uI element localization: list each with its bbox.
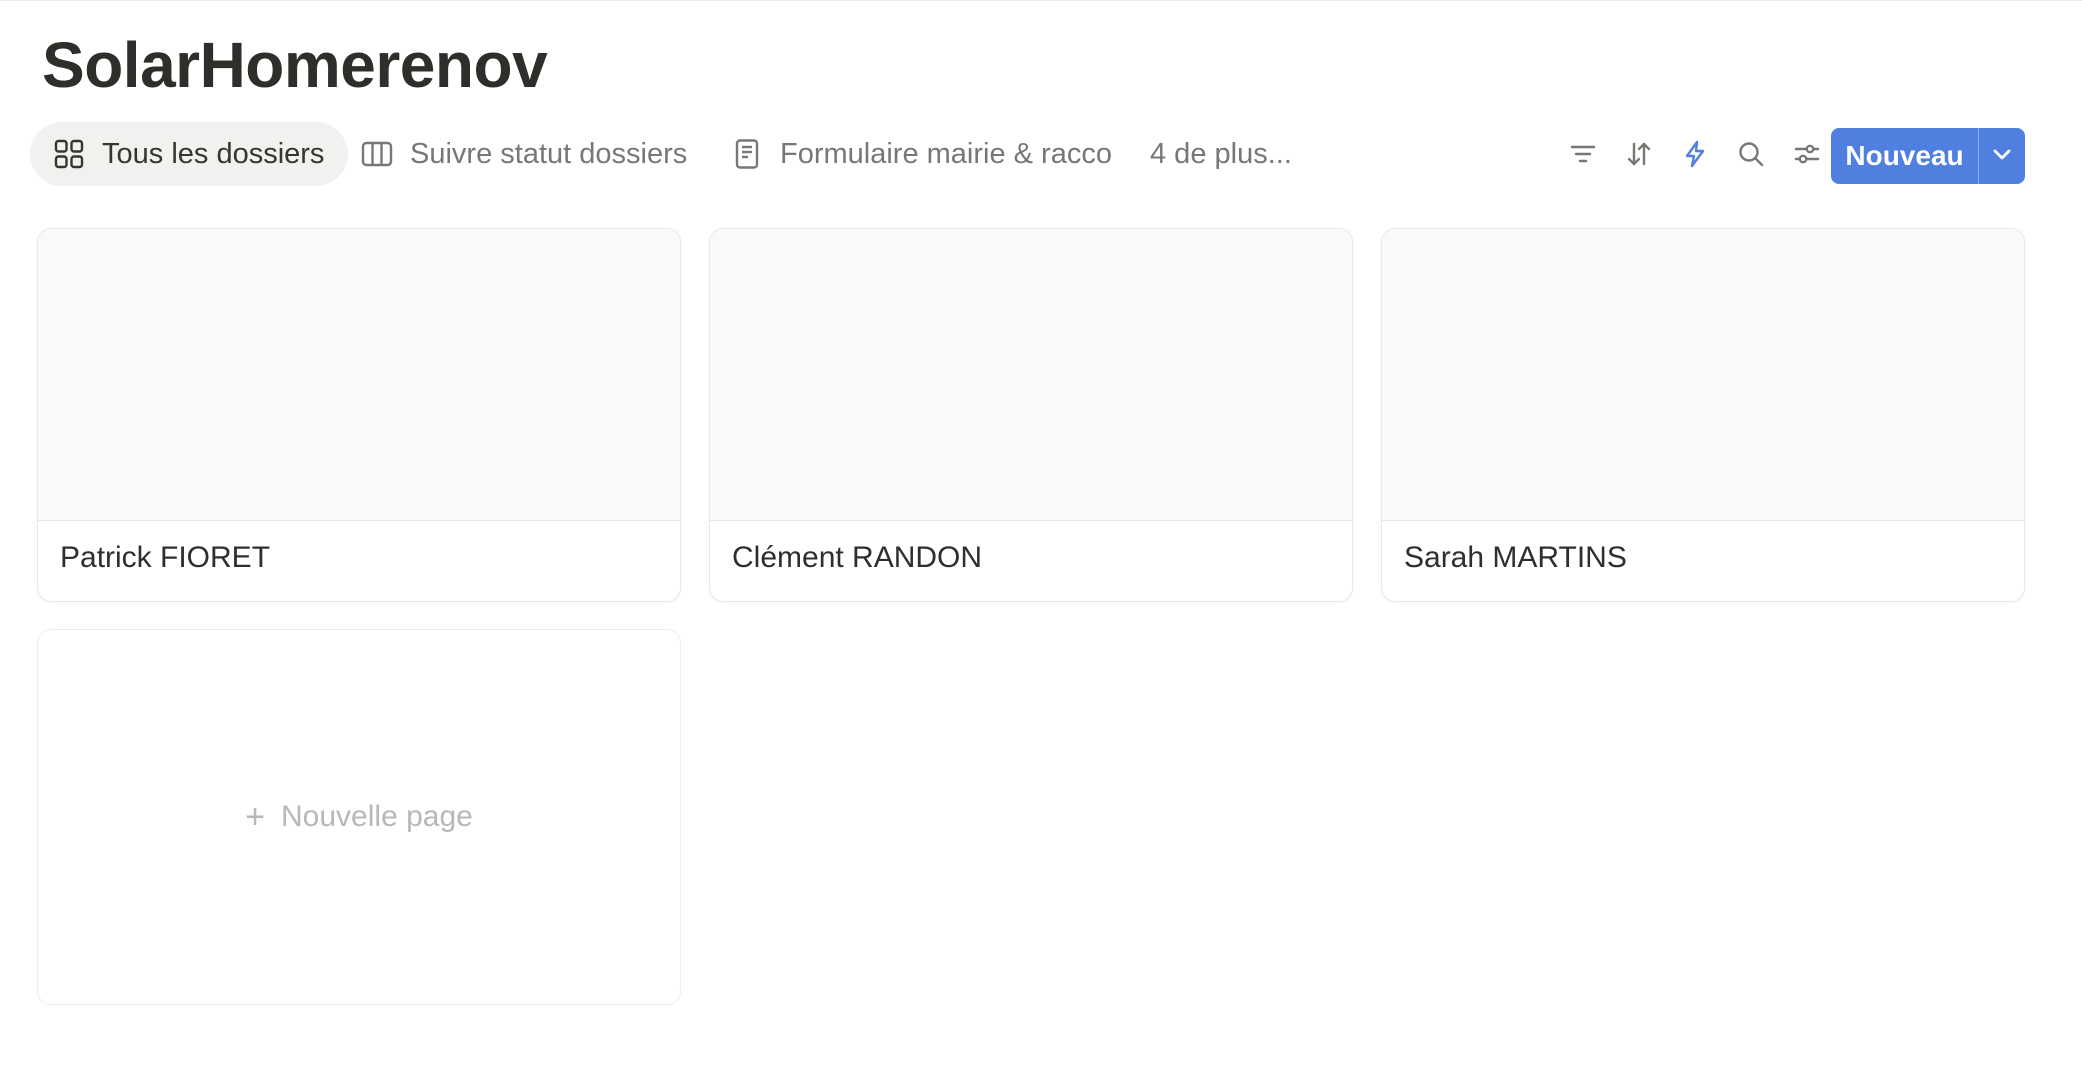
database-page: SolarHomerenov Tous les dossiers Suivre … bbox=[0, 0, 2082, 1086]
new-dropdown-button[interactable] bbox=[1979, 128, 2025, 184]
plus-icon: + bbox=[245, 798, 266, 836]
tab-label: Tous les dossiers bbox=[102, 137, 325, 170]
board-columns-icon bbox=[360, 137, 394, 171]
card-title: Sarah MARTINS bbox=[1404, 541, 1627, 574]
card-title: Clément RANDON bbox=[732, 541, 983, 574]
sort-icon[interactable] bbox=[1621, 136, 1657, 172]
view-toolbar: Tous les dossiers Suivre statut dossiers bbox=[30, 122, 2030, 186]
tab-formulaire-mairie-racco[interactable]: Formulaire mairie & racco bbox=[730, 122, 1112, 186]
automation-bolt-icon[interactable] bbox=[1677, 136, 1713, 172]
chevron-down-icon bbox=[1990, 142, 2014, 171]
new-button-group: Nouveau bbox=[1831, 128, 2025, 184]
tab-tous-les-dossiers[interactable]: Tous les dossiers bbox=[30, 122, 349, 186]
card-cover bbox=[1382, 229, 2024, 521]
gallery-card[interactable]: Clément RANDON bbox=[709, 228, 1353, 602]
search-icon[interactable] bbox=[1733, 136, 1769, 172]
card-cover bbox=[710, 229, 1352, 521]
gallery-card[interactable]: Sarah MARTINS bbox=[1381, 228, 2025, 602]
gallery-card[interactable]: Patrick FIORET bbox=[37, 228, 681, 602]
new-page-card[interactable]: + Nouvelle page bbox=[37, 629, 681, 1005]
tab-label: Formulaire mairie & racco bbox=[780, 137, 1112, 170]
view-settings-icon[interactable] bbox=[1789, 136, 1825, 172]
card-cover bbox=[38, 229, 680, 521]
card-title: Patrick FIORET bbox=[60, 541, 271, 574]
form-document-icon bbox=[730, 137, 764, 171]
page-title: SolarHomerenov bbox=[42, 29, 548, 101]
new-button[interactable]: Nouveau bbox=[1831, 128, 1978, 184]
gallery-grid-icon bbox=[52, 137, 86, 171]
filter-icon[interactable] bbox=[1565, 136, 1601, 172]
new-page-label: Nouvelle page bbox=[281, 800, 473, 833]
more-views-button[interactable]: 4 de plus... bbox=[1150, 122, 1292, 186]
tab-label: Suivre statut dossiers bbox=[410, 137, 688, 170]
tab-suivre-statut-dossiers[interactable]: Suivre statut dossiers bbox=[360, 122, 687, 186]
